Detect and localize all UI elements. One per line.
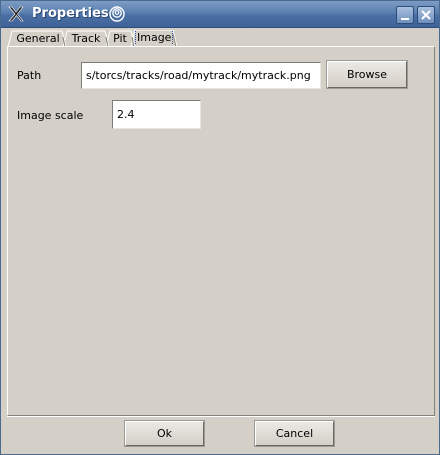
properties-window: Properties General Track Pit Image Path … (0, 0, 440, 455)
tab-pit-label: Pit (113, 32, 127, 45)
path-label: Path (17, 69, 42, 82)
x-logo-icon[interactable] (7, 5, 25, 23)
image-tab-panel (7, 46, 435, 416)
spiral-icon (109, 6, 125, 22)
tab-general-label: General (16, 32, 60, 45)
tab-track[interactable]: Track (68, 30, 104, 47)
image-scale-input[interactable]: 2.4 (112, 100, 201, 129)
button-bar (7, 416, 435, 452)
ok-button[interactable]: Ok (125, 421, 204, 446)
title-bar[interactable]: Properties (1, 1, 439, 28)
tab-pit[interactable]: Pit (110, 30, 130, 47)
path-input[interactable]: s/torcs/tracks/road/mytrack/mytrack.png (81, 62, 321, 89)
close-icon (421, 10, 431, 20)
window-title: Properties (32, 6, 109, 21)
browse-button[interactable]: Browse (327, 61, 407, 88)
close-button[interactable] (417, 6, 435, 24)
tab-track-label: Track (71, 32, 101, 45)
tab-general[interactable]: General (16, 30, 60, 47)
cancel-button[interactable]: Cancel (255, 421, 334, 446)
image-scale-label: Image scale (17, 109, 84, 122)
tab-image-label: Image (135, 31, 174, 44)
minimize-button[interactable] (396, 6, 414, 24)
tab-image[interactable]: Image (135, 29, 174, 46)
